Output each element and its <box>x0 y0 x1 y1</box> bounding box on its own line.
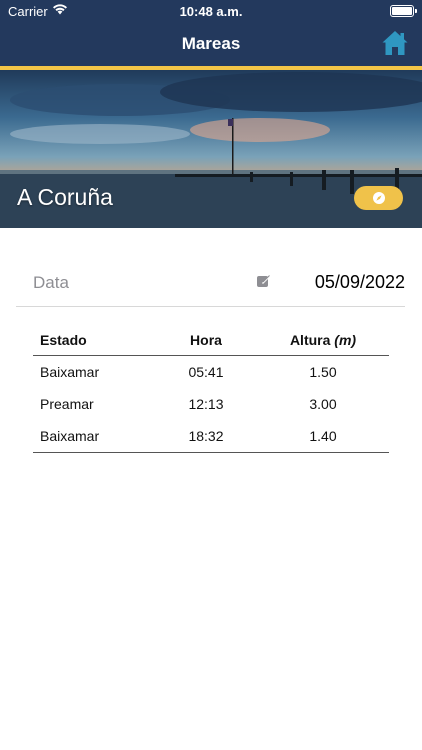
table-row: Preamar 12:13 3.00 <box>33 388 389 420</box>
table-row: Baixamar 18:32 1.40 <box>33 420 389 453</box>
page-title: Mareas <box>181 34 241 53</box>
location-button[interactable] <box>354 186 403 210</box>
header-altura-unit: (m) <box>334 331 357 348</box>
cell-altura: 1.40 <box>257 420 389 453</box>
header-estado: Estado <box>33 324 155 356</box>
cell-altura: 1.50 <box>309 364 337 380</box>
home-icon[interactable] <box>381 29 409 57</box>
cell-estado: Baixamar <box>33 420 155 453</box>
cell-hora: 12:13 <box>188 396 224 412</box>
cell-hora: 18:32 <box>155 420 257 453</box>
date-value[interactable]: 05/09/2022 <box>315 272 405 293</box>
navigation-bar: Carrier 10:48 a.m. Mareas <box>0 0 422 66</box>
cell-hora: 05:41 <box>188 364 224 380</box>
battery-icon <box>390 5 417 17</box>
table-header-row: Estado Hora Altura (m) <box>33 324 389 356</box>
status-time: 10:48 a.m. <box>179 4 243 19</box>
header-hora: Hora <box>155 324 257 356</box>
compass-icon <box>373 192 385 204</box>
cell-estado: Baixamar <box>40 364 100 380</box>
table-row: Baixamar 05:41 1.50 <box>33 356 389 389</box>
location-name: A Coruña <box>17 184 113 210</box>
location-banner: A Coruña <box>0 70 422 228</box>
header-altura-label: Altura <box>289 331 331 348</box>
tides-table: Estado Hora Altura (m) Baixamar 05:41 1.… <box>33 324 389 453</box>
cell-altura: 3.00 <box>309 396 337 412</box>
cell-estado: Preamar <box>40 396 94 412</box>
edit-icon[interactable] <box>256 273 272 289</box>
status-bar: Carrier 10:48 a.m. <box>0 0 422 22</box>
date-row[interactable]: Data 05/09/2022 <box>16 262 405 307</box>
header-altura: Altura (m) <box>257 324 389 356</box>
date-label: Data <box>33 273 69 292</box>
